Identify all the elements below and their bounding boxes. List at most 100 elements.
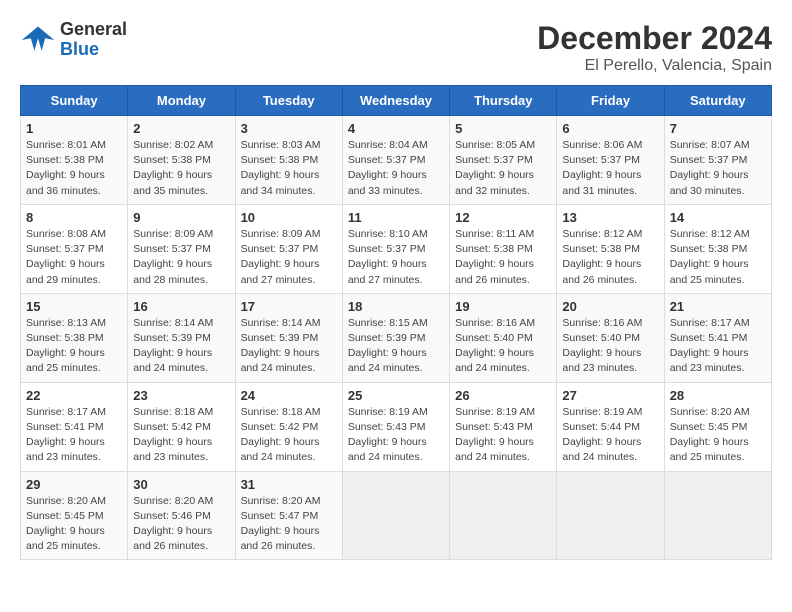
day-number: 5: [455, 121, 551, 136]
day-number: 8: [26, 210, 122, 225]
calendar-cell: 7 Sunrise: 8:07 AMSunset: 5:37 PMDayligh…: [664, 116, 771, 205]
weekday-header-monday: Monday: [128, 86, 235, 116]
day-info: Sunrise: 8:09 AMSunset: 5:37 PMDaylight:…: [241, 228, 321, 286]
weekday-header-wednesday: Wednesday: [342, 86, 449, 116]
calendar-cell: 29 Sunrise: 8:20 AMSunset: 5:45 PMDaylig…: [21, 471, 128, 560]
weekday-header-friday: Friday: [557, 86, 664, 116]
calendar-cell: 14 Sunrise: 8:12 AMSunset: 5:38 PMDaylig…: [664, 204, 771, 293]
calendar-cell: 3 Sunrise: 8:03 AMSunset: 5:38 PMDayligh…: [235, 116, 342, 205]
day-number: 21: [670, 299, 766, 314]
day-info: Sunrise: 8:04 AMSunset: 5:37 PMDaylight:…: [348, 139, 428, 197]
day-info: Sunrise: 8:16 AMSunset: 5:40 PMDaylight:…: [455, 317, 535, 375]
calendar-cell: 18 Sunrise: 8:15 AMSunset: 5:39 PMDaylig…: [342, 293, 449, 382]
weekday-header-thursday: Thursday: [450, 86, 557, 116]
day-info: Sunrise: 8:20 AMSunset: 5:47 PMDaylight:…: [241, 495, 321, 553]
day-info: Sunrise: 8:01 AMSunset: 5:38 PMDaylight:…: [26, 139, 106, 197]
day-number: 15: [26, 299, 122, 314]
location-text: El Perello, Valencia, Spain: [537, 57, 772, 75]
calendar-week-row: 15 Sunrise: 8:13 AMSunset: 5:38 PMDaylig…: [21, 293, 772, 382]
calendar-week-row: 29 Sunrise: 8:20 AMSunset: 5:45 PMDaylig…: [21, 471, 772, 560]
day-info: Sunrise: 8:02 AMSunset: 5:38 PMDaylight:…: [133, 139, 213, 197]
calendar-cell: 23 Sunrise: 8:18 AMSunset: 5:42 PMDaylig…: [128, 382, 235, 471]
day-number: 4: [348, 121, 444, 136]
day-info: Sunrise: 8:19 AMSunset: 5:44 PMDaylight:…: [562, 406, 642, 464]
weekday-header-sunday: Sunday: [21, 86, 128, 116]
calendar-cell: 5 Sunrise: 8:05 AMSunset: 5:37 PMDayligh…: [450, 116, 557, 205]
day-info: Sunrise: 8:13 AMSunset: 5:38 PMDaylight:…: [26, 317, 106, 375]
page-header: General Blue December 2024 El Perello, V…: [20, 20, 772, 75]
day-info: Sunrise: 8:06 AMSunset: 5:37 PMDaylight:…: [562, 139, 642, 197]
calendar-cell: [557, 471, 664, 560]
calendar-cell: 11 Sunrise: 8:10 AMSunset: 5:37 PMDaylig…: [342, 204, 449, 293]
day-info: Sunrise: 8:05 AMSunset: 5:37 PMDaylight:…: [455, 139, 535, 197]
calendar-cell: [342, 471, 449, 560]
calendar-cell: 19 Sunrise: 8:16 AMSunset: 5:40 PMDaylig…: [450, 293, 557, 382]
day-number: 13: [562, 210, 658, 225]
day-number: 31: [241, 477, 337, 492]
day-number: 24: [241, 388, 337, 403]
day-info: Sunrise: 8:14 AMSunset: 5:39 PMDaylight:…: [241, 317, 321, 375]
month-title: December 2024: [537, 20, 772, 57]
day-number: 11: [348, 210, 444, 225]
day-number: 26: [455, 388, 551, 403]
calendar-body: 1 Sunrise: 8:01 AMSunset: 5:38 PMDayligh…: [21, 116, 772, 560]
calendar-cell: 1 Sunrise: 8:01 AMSunset: 5:38 PMDayligh…: [21, 116, 128, 205]
calendar-cell: 6 Sunrise: 8:06 AMSunset: 5:37 PMDayligh…: [557, 116, 664, 205]
day-info: Sunrise: 8:18 AMSunset: 5:42 PMDaylight:…: [241, 406, 321, 464]
calendar-cell: 8 Sunrise: 8:08 AMSunset: 5:37 PMDayligh…: [21, 204, 128, 293]
day-number: 6: [562, 121, 658, 136]
calendar-cell: 27 Sunrise: 8:19 AMSunset: 5:44 PMDaylig…: [557, 382, 664, 471]
calendar-week-row: 22 Sunrise: 8:17 AMSunset: 5:41 PMDaylig…: [21, 382, 772, 471]
calendar-cell: 24 Sunrise: 8:18 AMSunset: 5:42 PMDaylig…: [235, 382, 342, 471]
calendar-cell: 15 Sunrise: 8:13 AMSunset: 5:38 PMDaylig…: [21, 293, 128, 382]
day-number: 22: [26, 388, 122, 403]
day-number: 16: [133, 299, 229, 314]
calendar-cell: 25 Sunrise: 8:19 AMSunset: 5:43 PMDaylig…: [342, 382, 449, 471]
calendar-cell: 13 Sunrise: 8:12 AMSunset: 5:38 PMDaylig…: [557, 204, 664, 293]
day-info: Sunrise: 8:07 AMSunset: 5:37 PMDaylight:…: [670, 139, 750, 197]
calendar-cell: [664, 471, 771, 560]
day-info: Sunrise: 8:03 AMSunset: 5:38 PMDaylight:…: [241, 139, 321, 197]
day-number: 2: [133, 121, 229, 136]
calendar-cell: 10 Sunrise: 8:09 AMSunset: 5:37 PMDaylig…: [235, 204, 342, 293]
day-number: 27: [562, 388, 658, 403]
day-info: Sunrise: 8:17 AMSunset: 5:41 PMDaylight:…: [26, 406, 106, 464]
calendar-cell: 16 Sunrise: 8:14 AMSunset: 5:39 PMDaylig…: [128, 293, 235, 382]
day-info: Sunrise: 8:14 AMSunset: 5:39 PMDaylight:…: [133, 317, 213, 375]
day-info: Sunrise: 8:10 AMSunset: 5:37 PMDaylight:…: [348, 228, 428, 286]
calendar-cell: 28 Sunrise: 8:20 AMSunset: 5:45 PMDaylig…: [664, 382, 771, 471]
day-info: Sunrise: 8:09 AMSunset: 5:37 PMDaylight:…: [133, 228, 213, 286]
weekday-header-tuesday: Tuesday: [235, 86, 342, 116]
day-number: 1: [26, 121, 122, 136]
day-number: 3: [241, 121, 337, 136]
day-number: 29: [26, 477, 122, 492]
day-number: 18: [348, 299, 444, 314]
calendar-cell: 12 Sunrise: 8:11 AMSunset: 5:38 PMDaylig…: [450, 204, 557, 293]
day-number: 28: [670, 388, 766, 403]
day-info: Sunrise: 8:11 AMSunset: 5:38 PMDaylight:…: [455, 228, 534, 286]
day-number: 10: [241, 210, 337, 225]
logo-general-text: General: [60, 20, 127, 40]
calendar-header: SundayMondayTuesdayWednesdayThursdayFrid…: [21, 86, 772, 116]
title-section: December 2024 El Perello, Valencia, Spai…: [537, 20, 772, 75]
day-info: Sunrise: 8:12 AMSunset: 5:38 PMDaylight:…: [562, 228, 642, 286]
day-info: Sunrise: 8:08 AMSunset: 5:37 PMDaylight:…: [26, 228, 106, 286]
calendar-cell: 4 Sunrise: 8:04 AMSunset: 5:37 PMDayligh…: [342, 116, 449, 205]
day-info: Sunrise: 8:20 AMSunset: 5:45 PMDaylight:…: [26, 495, 106, 553]
day-number: 23: [133, 388, 229, 403]
day-number: 9: [133, 210, 229, 225]
calendar-week-row: 8 Sunrise: 8:08 AMSunset: 5:37 PMDayligh…: [21, 204, 772, 293]
calendar-table: SundayMondayTuesdayWednesdayThursdayFrid…: [20, 85, 772, 560]
day-info: Sunrise: 8:17 AMSunset: 5:41 PMDaylight:…: [670, 317, 750, 375]
day-info: Sunrise: 8:19 AMSunset: 5:43 PMDaylight:…: [348, 406, 428, 464]
logo: General Blue: [20, 20, 127, 60]
calendar-cell: 22 Sunrise: 8:17 AMSunset: 5:41 PMDaylig…: [21, 382, 128, 471]
calendar-week-row: 1 Sunrise: 8:01 AMSunset: 5:38 PMDayligh…: [21, 116, 772, 205]
calendar-cell: 31 Sunrise: 8:20 AMSunset: 5:47 PMDaylig…: [235, 471, 342, 560]
day-info: Sunrise: 8:20 AMSunset: 5:45 PMDaylight:…: [670, 406, 750, 464]
weekday-header-saturday: Saturday: [664, 86, 771, 116]
calendar-cell: 2 Sunrise: 8:02 AMSunset: 5:38 PMDayligh…: [128, 116, 235, 205]
day-number: 12: [455, 210, 551, 225]
calendar-cell: 21 Sunrise: 8:17 AMSunset: 5:41 PMDaylig…: [664, 293, 771, 382]
day-info: Sunrise: 8:12 AMSunset: 5:38 PMDaylight:…: [670, 228, 750, 286]
